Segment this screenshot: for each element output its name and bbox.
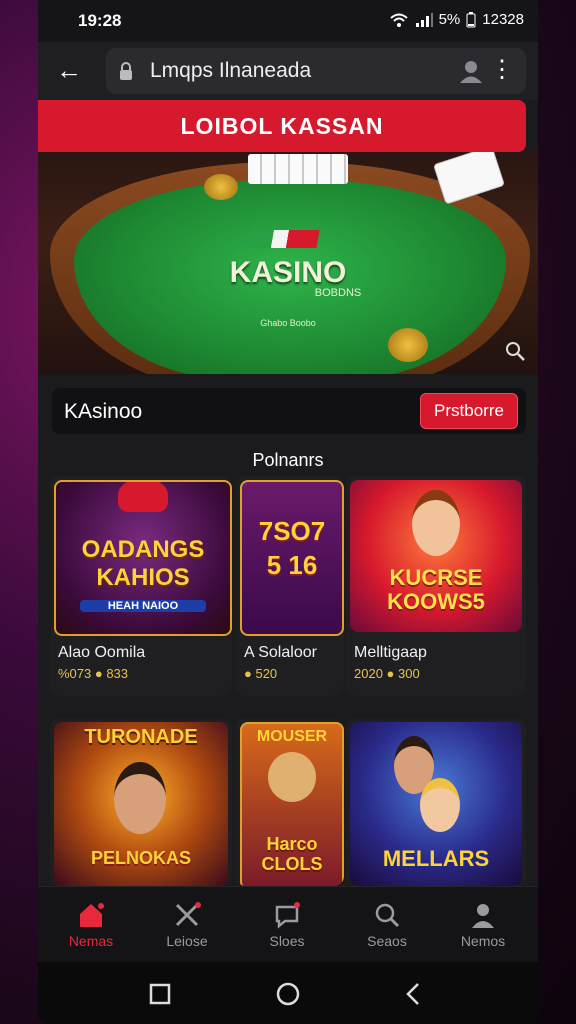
promo-banner[interactable]: LOIBOL KASSAN [38,100,526,152]
account-icon[interactable] [458,58,484,84]
section-action-button[interactable]: Prstborre [420,393,518,429]
lock-icon [120,62,132,80]
section-title: KAsinoo [64,400,143,423]
status-indicators: 5% 12328 [389,11,524,28]
flag-icon [248,230,320,248]
character-icon [420,778,460,832]
search-icon [375,903,400,928]
hero-subtitle: BOBDNS [314,287,362,299]
game-thumbnail: TURONADE PELNOKAS [54,722,228,886]
game-thumbnail: 7SO7 5 16 [240,480,344,636]
game-name: Melltigaap [354,644,427,661]
nav-label: Seaos [367,933,407,949]
game-thumb-sub: HEAH NAIOO [80,600,206,612]
back-arrow-icon[interactable]: ← [56,55,82,85]
game-price: %073 ● 833 [58,666,129,681]
nav-item-search[interactable]: Seaos [342,901,432,949]
recents-icon[interactable] [146,980,174,1008]
hero-image[interactable]: KASINO BOBDNS Ghabo Boobo [38,152,538,374]
chip-stack-icon [388,328,428,362]
section-header: KAsinoo Prstborre [52,388,526,434]
nav-label: Nemas [68,933,114,949]
game-thumb-title: MELLARS [382,846,490,871]
game-card[interactable]: OADANGS KAHIOS HEAH NAIOO Alao Oomila %0… [50,476,232,696]
game-card[interactable]: MOUSER Harco CLOLS [236,718,344,886]
game-thumb-title: KUCRSE KOOWS5 [387,565,485,614]
character-icon [114,762,166,834]
game-thumbnail: OADANGS KAHIOS HEAH NAIOO [54,480,232,636]
game-thumb-title: TURONADE [84,726,198,748]
browser-toolbar: ← Lmqps Ilnaneada ⋮ [38,42,538,100]
battery-icon [466,11,476,27]
game-thumb-sub: Harco CLOLS [261,834,323,874]
game-thumbnail: MOUSER Harco CLOLS [240,722,344,886]
game-thumb-title: 7SO7 5 16 [258,516,326,580]
game-name: Alao Oomila [58,644,146,661]
tools-icon [175,902,201,927]
game-card[interactable]: MELLARS [346,718,526,886]
magnifier-icon[interactable] [504,340,526,362]
playing-cards-icon [433,152,505,205]
bottom-navigation: Nemas Leiose Sloes Seaos Nemos [38,886,538,963]
phone-screen: 19:28 5% 12328 ← Lmqps Ilnaneada ⋮ LOIBO… [38,0,538,1024]
back-icon[interactable] [400,980,428,1008]
chip-stack-icon [204,174,238,200]
game-card[interactable]: TURONADE PELNOKAS [50,718,232,886]
hero-caption: Ghabo Boobo [260,318,316,328]
game-thumbnail: KUCRSE KOOWS5 [350,480,522,632]
address-text: Lmqps Ilnaneada [150,59,312,82]
status-value: 12328 [482,11,524,28]
hero-title: KASINO [229,256,347,289]
game-thumb-title: OADANGS KAHIOS [81,536,205,591]
signal-icon [415,12,433,27]
game-card[interactable]: 7SO7 5 16 A Solaloor ● 520 [236,476,344,696]
status-time: 19:28 [78,11,122,30]
home-button-icon[interactable] [274,980,302,1008]
nav-label: Nemos [460,933,506,949]
banner-text: LOIBOL KASSAN [180,113,384,139]
game-thumb-title: MOUSER [256,728,328,745]
status-bar: 19:28 5% 12328 [38,0,538,42]
nav-label: Leiose [166,933,208,949]
nav-item-chat[interactable]: Sloes [242,901,332,949]
lion-icon [268,752,316,802]
person-icon [472,904,494,928]
nav-item-home[interactable]: Nemas [46,901,136,949]
nav-label: Sloes [269,933,305,949]
wifi-icon [389,13,408,27]
home-icon [80,903,104,927]
cards-deck-icon [248,154,348,184]
mascot-icon [118,482,168,512]
system-navigation-bar [38,962,538,1024]
game-thumbnail: MELLARS [350,722,522,886]
game-name: A Solaloor [244,644,317,661]
game-price: 2020 ● 300 [354,666,420,681]
address-bar[interactable]: Lmqps Ilnaneada ⋮ [106,48,526,94]
menu-dots-icon[interactable]: ⋮ [490,56,514,84]
nav-item-tools[interactable]: Leiose [142,901,232,949]
battery-percent: 5% [438,11,461,28]
nav-item-profile[interactable]: Nemos [438,901,528,949]
chat-icon [275,902,300,929]
popular-label: Polnanrs [252,450,324,470]
game-card[interactable]: KUCRSE KOOWS5 Melltigaap 2020 ● 300 [346,476,526,696]
game-price: ● 520 [244,666,278,681]
section-button-label: Prstborre [434,401,504,420]
character-icon [412,490,460,556]
game-thumb-sub: PELNOKAS [90,848,191,868]
